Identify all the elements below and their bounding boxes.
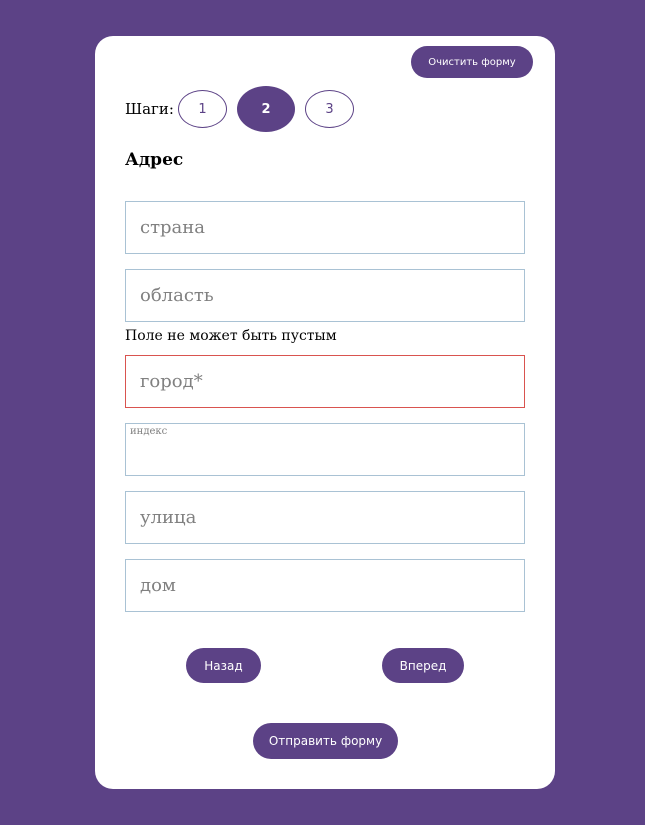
submit-form-button[interactable]: Отправить форму (253, 723, 398, 759)
step-3-button[interactable]: 3 (305, 90, 354, 128)
form-card: Очистить форму Шаги: 1 2 3 Адрес Поле не… (95, 36, 555, 789)
next-button[interactable]: Вперед (382, 648, 464, 683)
back-button[interactable]: Назад (186, 648, 261, 683)
zip-input[interactable] (125, 423, 525, 476)
region-input[interactable] (125, 269, 525, 322)
street-input[interactable] (125, 491, 525, 544)
house-input[interactable] (125, 559, 525, 612)
step-2-button[interactable]: 2 (237, 86, 295, 132)
city-input[interactable] (125, 355, 525, 408)
step-1-button[interactable]: 1 (178, 90, 227, 128)
section-title: Адрес (125, 150, 184, 170)
region-error-message: Поле не может быть пустым (125, 328, 337, 344)
country-input[interactable] (125, 201, 525, 254)
clear-form-button[interactable]: Очистить форму (411, 46, 533, 78)
steps-label: Шаги: (125, 100, 174, 118)
